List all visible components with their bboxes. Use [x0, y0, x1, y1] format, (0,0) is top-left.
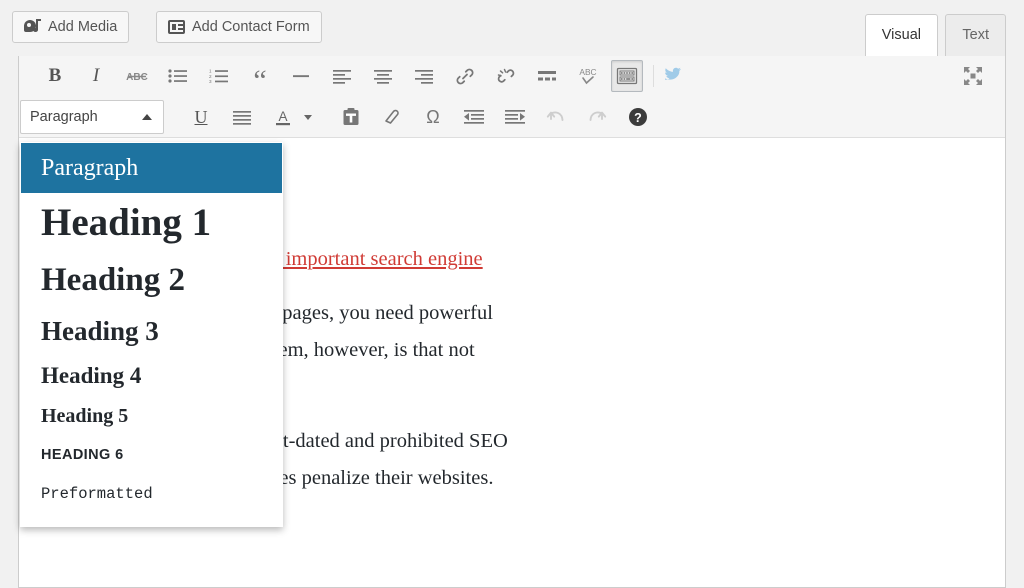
special-character-icon[interactable]: Ω [417, 101, 449, 133]
toolbar-row-2: U A Ω ? [19, 97, 1005, 137]
fullscreen-icon[interactable] [957, 60, 989, 92]
tab-visual[interactable]: Visual [864, 14, 938, 56]
toolbar-row-1: B I ABC 1 2 3 “ ABC [19, 56, 1005, 97]
svg-text:?: ? [634, 111, 642, 125]
text-color-caret-icon[interactable] [299, 101, 317, 133]
format-select-value: Paragraph [30, 109, 98, 125]
paste-as-text-icon[interactable] [335, 101, 367, 133]
add-contact-form-label: Add Contact Form [192, 19, 310, 35]
redo-icon[interactable] [581, 101, 613, 133]
tab-text[interactable]: Text [945, 14, 1006, 56]
twitter-bird-icon[interactable] [659, 60, 691, 92]
justify-icon[interactable] [226, 101, 258, 133]
align-center-icon[interactable] [367, 60, 399, 92]
unlink-icon[interactable] [490, 60, 522, 92]
menu-item-heading-3[interactable]: Heading 3 [21, 307, 282, 355]
toolbar-separator [653, 65, 654, 87]
menu-item-heading-4[interactable]: Heading 4 [21, 355, 282, 397]
format-select[interactable]: Paragraph [20, 100, 164, 134]
add-media-button[interactable]: Add Media [12, 11, 130, 43]
decrease-indent-icon[interactable] [458, 101, 490, 133]
read-more-icon[interactable] [531, 60, 563, 92]
menu-item-paragraph[interactable]: Paragraph [21, 143, 282, 193]
media-icon [24, 18, 41, 36]
editor-toolbar: B I ABC 1 2 3 “ ABC U A Ω ? [19, 56, 1005, 138]
add-contact-form-button[interactable]: Add Contact Form [156, 11, 322, 43]
text-color-icon[interactable]: A [267, 101, 299, 133]
svg-text:ABC: ABC [579, 67, 596, 77]
align-left-icon[interactable] [326, 60, 358, 92]
add-media-label: Add Media [48, 19, 118, 35]
wordpress-editor-screen: Add Media Add Contact Form Visual Text B… [0, 0, 1024, 588]
strikethrough-icon[interactable]: ABC [121, 60, 153, 92]
spellcheck-icon[interactable]: ABC [572, 60, 604, 92]
menu-item-heading-5[interactable]: Heading 5 [21, 397, 282, 436]
toolbar-toggle-icon[interactable] [611, 60, 643, 92]
help-icon[interactable]: ? [622, 101, 654, 133]
underline-icon[interactable]: U [185, 101, 217, 133]
increase-indent-icon[interactable] [499, 101, 531, 133]
numbered-list-icon[interactable]: 1 2 3 [203, 60, 235, 92]
svg-text:ABC: ABC [126, 72, 148, 83]
format-dropdown-menu[interactable]: Paragraph Heading 1 Heading 2 Heading 3 … [20, 142, 283, 527]
contact-form-icon [168, 20, 185, 34]
svg-text:3: 3 [209, 79, 212, 84]
menu-item-heading-6[interactable]: HEADING 6 [21, 436, 282, 474]
bulleted-list-icon[interactable] [162, 60, 194, 92]
align-right-icon[interactable] [408, 60, 440, 92]
clear-formatting-icon[interactable] [376, 101, 408, 133]
chevron-up-icon [142, 114, 152, 120]
menu-item-heading-1[interactable]: Heading 1 [21, 193, 282, 253]
editor-media-buttons-row: Add Media Add Contact Form Visual Text [0, 0, 1024, 56]
italic-icon[interactable]: I [80, 60, 112, 92]
menu-item-heading-2[interactable]: Heading 2 [21, 253, 282, 307]
horizontal-rule-icon[interactable] [285, 60, 317, 92]
svg-text:A: A [278, 109, 287, 124]
blockquote-icon[interactable]: “ [244, 60, 276, 96]
undo-icon[interactable] [540, 101, 572, 133]
menu-item-preformatted[interactable]: Preformatted [21, 474, 282, 514]
insert-link-icon[interactable] [449, 60, 481, 92]
bold-icon[interactable]: B [39, 60, 71, 92]
